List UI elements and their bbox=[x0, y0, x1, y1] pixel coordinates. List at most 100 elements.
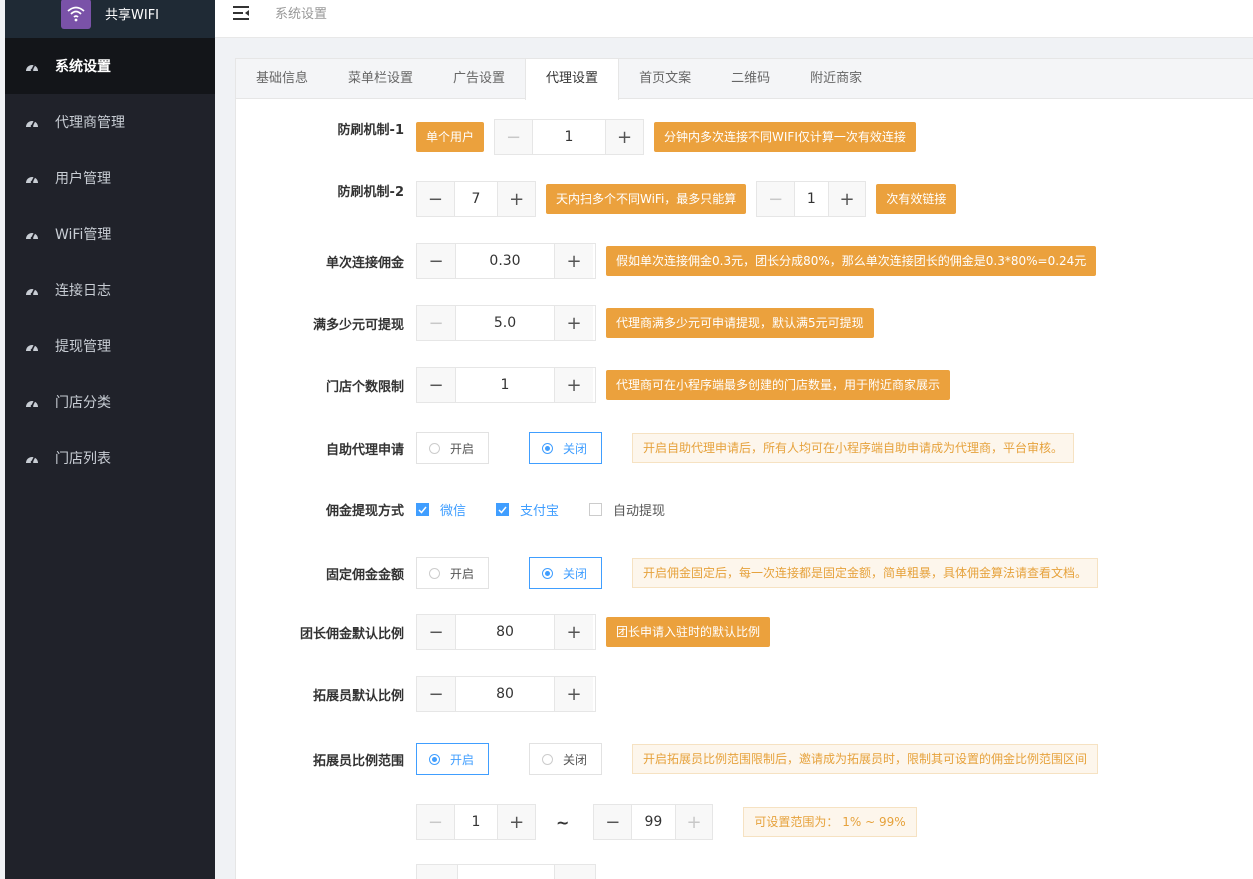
self-apply-off-radio[interactable]: 关闭 bbox=[529, 432, 602, 464]
wechat-checkbox[interactable]: 微信 bbox=[416, 500, 466, 519]
plus-icon[interactable]: + bbox=[555, 244, 593, 278]
promoter-range-off-radio[interactable]: 关闭 bbox=[529, 743, 602, 775]
minus-icon[interactable]: − bbox=[757, 182, 794, 216]
alipay-checkbox[interactable]: 支付宝 bbox=[496, 500, 559, 519]
minus-icon[interactable]: − bbox=[495, 120, 532, 154]
label-leader-ratio: 团长佣金默认比例 bbox=[299, 626, 404, 642]
label-anti-brush-1: 防刷机制-1 bbox=[337, 123, 404, 138]
breadcrumb: 系统设置 bbox=[275, 7, 328, 22]
minus-icon[interactable]: − bbox=[594, 805, 632, 839]
leader-ratio-tip: 团长申请入驻时的默认比例 bbox=[606, 617, 771, 647]
tab-bar: 基础信息 菜单栏设置 广告设置 代理设置 首页文案 二维码 附近商家 bbox=[236, 59, 1253, 100]
plus-icon[interactable]: + bbox=[498, 182, 535, 216]
minus-icon[interactable]: − bbox=[417, 244, 455, 278]
tab-6[interactable]: 附近商家 bbox=[790, 59, 882, 98]
range-max-value[interactable]: 99 bbox=[631, 805, 676, 839]
anti-brush-2-count-value[interactable]: 1 bbox=[793, 182, 829, 216]
app-title: 共享WIFI bbox=[105, 7, 159, 23]
self-apply-on-radio[interactable]: 开启 bbox=[416, 432, 489, 464]
anti-brush-1-value[interactable]: 1 bbox=[532, 120, 607, 154]
auto-withdraw-checkbox[interactable]: 自动提现 bbox=[589, 500, 665, 519]
leader-ratio-stepper: − 80 + bbox=[416, 614, 596, 650]
tab-5[interactable]: 二维码 bbox=[711, 59, 790, 98]
plus-icon[interactable]: + bbox=[606, 120, 644, 154]
label-withdraw-method: 佣金提现方式 bbox=[325, 504, 404, 519]
range-note: 可设置范围为： 1% ~ 99% bbox=[743, 807, 917, 837]
menu-toggle-icon[interactable] bbox=[233, 5, 249, 20]
label-store-limit: 门店个数限制 bbox=[325, 379, 404, 395]
row-withdraw-min: 满多少元可提现 − 5.0 + 代理商满多少元可申请提现，默认满5元可提现 bbox=[0, 305, 874, 341]
label-commission: 单次连接佣金 bbox=[325, 255, 404, 271]
plus-icon[interactable]: + bbox=[675, 805, 713, 839]
range-separator: ~ bbox=[556, 812, 570, 832]
range-min-stepper: − 1 + bbox=[416, 804, 536, 840]
single-user-tag: 单个用户 bbox=[416, 122, 485, 152]
plus-icon[interactable]: + bbox=[498, 805, 535, 839]
minus-icon[interactable]: − bbox=[417, 306, 455, 340]
plus-icon[interactable]: + bbox=[555, 615, 593, 649]
promoter-range-note: 开启拓展员比例范围限制后，邀请成为拓展员时，限制其可设置的佣金比例范围区间 bbox=[632, 744, 1099, 774]
store-limit-stepper: − 1 + bbox=[416, 367, 596, 403]
plus-icon[interactable]: + bbox=[555, 677, 593, 711]
dashboard-icon bbox=[25, 227, 39, 241]
label-self-apply: 自助代理申请 bbox=[325, 442, 404, 458]
row-anti-brush-1: 防刷机制-1 bbox=[0, 119, 416, 138]
minus-icon[interactable]: − bbox=[417, 615, 455, 649]
minus-icon[interactable]: − bbox=[417, 182, 454, 216]
anti-brush-1-controls: 单个用户 − 1 + 分钟内多次连接不同WIFI仅计算一次有效连接 bbox=[416, 119, 916, 155]
minus-icon[interactable]: − bbox=[417, 368, 455, 402]
row-store-limit: 门店个数限制 − 1 + 代理商可在小程序端最多创建的门店数量，用于附近商家展示 bbox=[0, 367, 951, 403]
row-promoter-range: 拓展员比例范围 开启 关闭 开启拓展员比例范围限制后，邀请成为拓展员时，限制其可… bbox=[0, 743, 1099, 775]
sidebar-item-label: 系统设置 bbox=[55, 59, 111, 75]
check-icon bbox=[496, 503, 510, 516]
label-withdraw-min: 满多少元可提现 bbox=[312, 317, 404, 333]
check-icon bbox=[416, 503, 429, 516]
fixed-commission-off-radio[interactable]: 关闭 bbox=[529, 557, 602, 589]
sidebar-item-label: WiFi管理 bbox=[55, 227, 112, 243]
commission-stepper: − 0.30 + bbox=[416, 243, 596, 279]
tab-3[interactable]: 代理设置 bbox=[525, 59, 620, 100]
row-leader-ratio: 团长佣金默认比例 − 80 + 团长申请入驻时的默认比例 bbox=[0, 614, 771, 650]
commission-tip: 假如单次连接佣金0.3元，团长分成80%，那么单次连接团长的佣金是0.3*80%… bbox=[606, 246, 1097, 276]
radio-label: 开启 bbox=[450, 441, 475, 456]
promoter-ratio-value[interactable]: 80 bbox=[455, 677, 555, 711]
range-min-value[interactable]: 1 bbox=[453, 805, 499, 839]
anti-brush-1-tip: 分钟内多次连接不同WIFI仅计算一次有效连接 bbox=[654, 122, 916, 152]
tab-1[interactable]: 菜单栏设置 bbox=[328, 59, 433, 98]
plus-icon[interactable]: + bbox=[555, 368, 593, 402]
withdraw-min-value[interactable]: 5.0 bbox=[455, 306, 555, 340]
row-withdraw-method: 佣金提现方式 微信 支付宝 自动提现 bbox=[0, 500, 665, 519]
plus-icon[interactable]: + bbox=[555, 306, 593, 340]
minus-icon[interactable]: − bbox=[417, 805, 454, 839]
radio-label: 关闭 bbox=[563, 441, 588, 456]
radio-label: 开启 bbox=[450, 566, 475, 581]
checkbox-label: 微信 bbox=[440, 504, 467, 519]
tab-4[interactable]: 首页文案 bbox=[619, 59, 711, 98]
withdraw-min-stepper: − 5.0 + bbox=[416, 305, 596, 341]
radio-label: 关闭 bbox=[563, 566, 588, 581]
tab-0[interactable]: 基础信息 bbox=[236, 59, 328, 98]
fixed-commission-note: 开启佣金固定后，每一次连接都是固定金额，简单粗暴，具体佣金算法请查看文档。 bbox=[632, 558, 1099, 588]
range-max-stepper: − 99 + bbox=[593, 804, 714, 840]
promoter-range-on-radio[interactable]: 开启 bbox=[416, 743, 489, 775]
anti-brush-2-days-value[interactable]: 7 bbox=[453, 182, 499, 216]
dashboard-icon bbox=[25, 339, 39, 353]
wifi-icon bbox=[61, 0, 91, 29]
anti-brush-2-count-stepper: − 1 + bbox=[756, 181, 867, 217]
promoter-ratio-stepper: − 80 + bbox=[416, 676, 596, 712]
fixed-commission-on-radio[interactable]: 开启 bbox=[416, 557, 489, 589]
label-promoter-ratio: 拓展员默认比例 bbox=[312, 688, 404, 704]
sidebar-item-0[interactable]: 系统设置 bbox=[5, 38, 215, 94]
radio-icon bbox=[429, 442, 440, 454]
leader-ratio-value[interactable]: 80 bbox=[455, 615, 555, 649]
dashboard-icon bbox=[25, 283, 39, 297]
withdraw-min-tip: 代理商满多少元可申请提现，默认满5元可提现 bbox=[606, 308, 874, 338]
plus-icon[interactable]: + bbox=[828, 182, 866, 216]
radio-icon bbox=[542, 567, 553, 579]
radio-icon bbox=[542, 753, 553, 765]
radio-icon bbox=[542, 442, 553, 454]
tab-2[interactable]: 广告设置 bbox=[433, 59, 525, 98]
minus-icon[interactable]: − bbox=[417, 677, 455, 711]
store-limit-value[interactable]: 1 bbox=[455, 368, 555, 402]
commission-value[interactable]: 0.30 bbox=[455, 244, 555, 278]
